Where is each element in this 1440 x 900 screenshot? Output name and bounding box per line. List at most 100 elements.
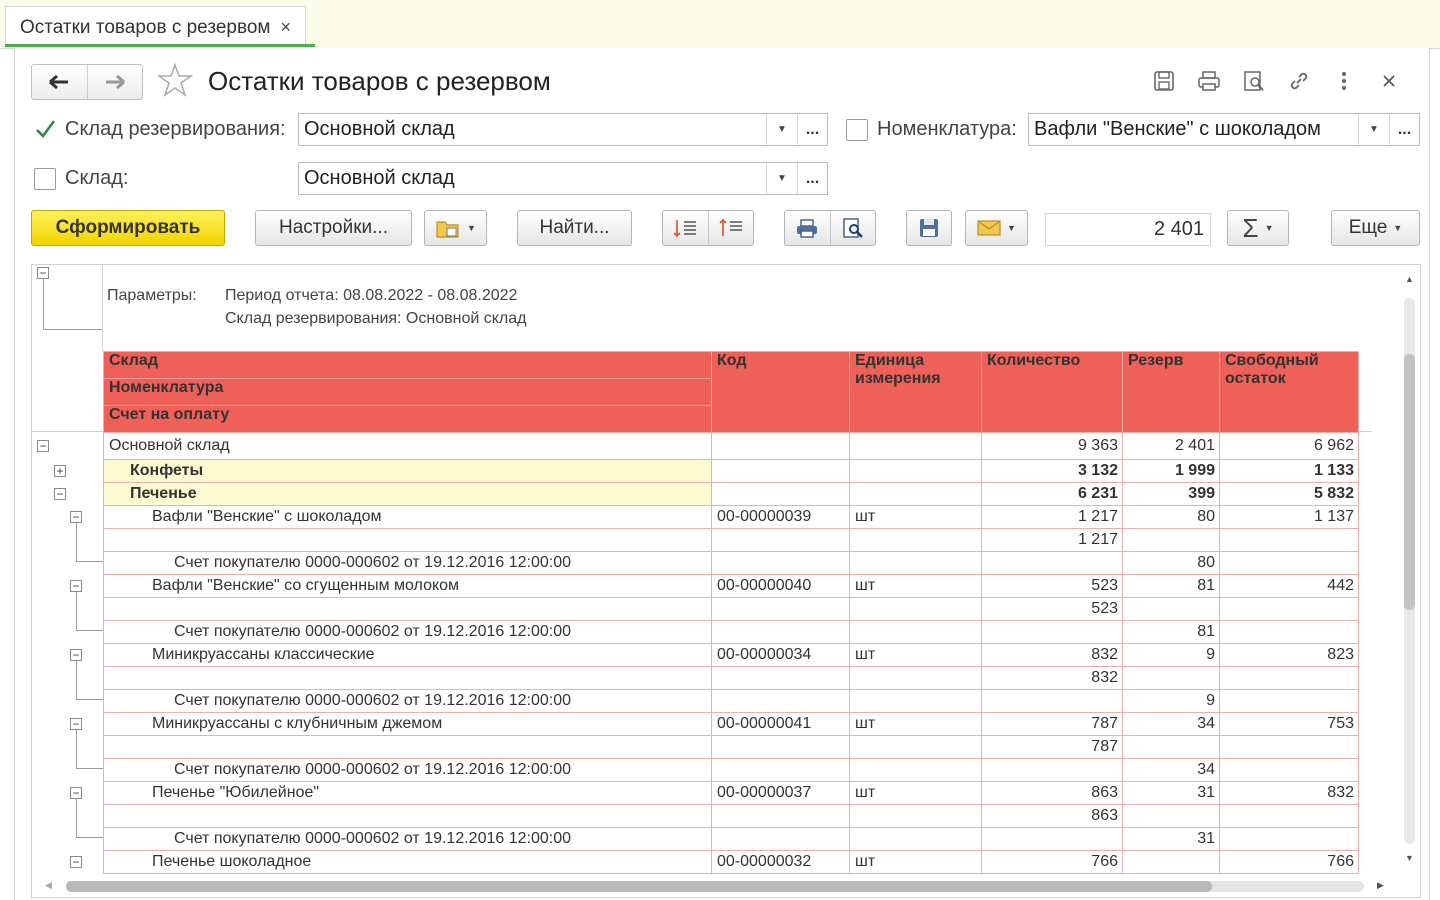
cell-qty[interactable] <box>981 551 1123 575</box>
cell-unit[interactable] <box>849 689 982 713</box>
collapse-product-icon[interactable]: − <box>70 511 82 523</box>
cell-reserve[interactable] <box>1122 735 1220 759</box>
cell-free[interactable]: 1 137 <box>1219 505 1359 529</box>
cell-unit[interactable]: шт <box>849 781 982 805</box>
category-row[interactable]: Конфеты 3 132 1 999 1 133 <box>103 459 1359 483</box>
link-button[interactable] <box>1286 68 1312 94</box>
cell-reserve[interactable]: 9 <box>1122 643 1220 667</box>
cell-code[interactable]: 00-00000040 <box>711 574 850 598</box>
warehouse-field[interactable]: Основной склад ▼ ... <box>298 162 828 195</box>
preview-button[interactable] <box>1241 68 1267 94</box>
warehouse-value[interactable]: Основной склад <box>299 163 766 194</box>
cell-reserve[interactable]: 9 <box>1122 689 1220 713</box>
product-row[interactable]: Вафли "Венские" со сгущенным молоком 00-0… <box>103 574 1359 598</box>
cell-free[interactable] <box>1219 758 1359 782</box>
cell-code[interactable] <box>711 620 850 644</box>
cell-code[interactable]: 00-00000041 <box>711 712 850 736</box>
invoice-row[interactable]: Счет покупателю 0000-000602 от 19.12.201… <box>103 827 1359 851</box>
cell-free[interactable] <box>1219 689 1359 713</box>
cell-name[interactable]: Печенье <box>103 482 712 506</box>
cell-unit[interactable]: шт <box>849 505 982 529</box>
chevron-down-icon[interactable]: ▼ <box>1358 114 1389 145</box>
cell-code[interactable] <box>711 735 850 759</box>
cell-name[interactable] <box>103 666 712 690</box>
warehouse-checkbox[interactable] <box>34 168 56 190</box>
cell-qty[interactable]: 832 <box>981 643 1123 667</box>
cell-free[interactable]: 753 <box>1219 712 1359 736</box>
cell-free[interactable]: 6 962 <box>1219 432 1359 460</box>
collapse-product-icon[interactable]: − <box>70 649 82 661</box>
cell-unit[interactable] <box>849 597 982 621</box>
product-row[interactable]: Вафли "Венские" с шоколадом 00-00000039 шт… <box>103 505 1359 529</box>
category-row[interactable]: Печенье 6 231 399 5 832 <box>103 482 1359 506</box>
cell-reserve[interactable]: 81 <box>1122 574 1220 598</box>
cell-unit[interactable] <box>849 758 982 782</box>
horizontal-scrollbar-thumb[interactable] <box>66 881 1212 892</box>
sort-desc-button[interactable] <box>709 211 754 245</box>
select-button[interactable]: ... <box>797 114 827 145</box>
variants-button[interactable]: ▼ <box>424 210 487 246</box>
sort-asc-button[interactable] <box>663 211 709 245</box>
cell-free[interactable] <box>1219 620 1359 644</box>
forward-button[interactable] <box>86 65 143 99</box>
nomenclature-value[interactable]: Вафли "Венские" с шоколадом <box>1029 114 1358 145</box>
cell-free[interactable] <box>1219 528 1359 552</box>
preview-report-button[interactable] <box>831 211 876 245</box>
print-button[interactable] <box>1196 68 1222 94</box>
cell-name[interactable] <box>103 528 712 552</box>
cell-name[interactable]: Конфеты <box>103 459 712 483</box>
cell-qty[interactable] <box>981 620 1123 644</box>
collapse-group-icon[interactable]: − <box>37 440 49 452</box>
cell-name[interactable]: Печенье шоколадное <box>103 850 712 874</box>
scroll-down-icon[interactable]: ▼ <box>1405 853 1414 863</box>
group-row[interactable]: Основной склад 9 363 2 401 6 962 <box>103 432 1359 460</box>
cell-qty[interactable]: 832 <box>981 666 1123 690</box>
cell-free[interactable] <box>1219 827 1359 851</box>
cell-unit[interactable]: шт <box>849 643 982 667</box>
cell-code[interactable]: 00-00000039 <box>711 505 850 529</box>
cell-reserve[interactable]: 31 <box>1122 781 1220 805</box>
cell-reserve[interactable]: 80 <box>1122 551 1220 575</box>
cell-qty[interactable] <box>981 758 1123 782</box>
cell-name[interactable] <box>103 804 712 828</box>
cell-name[interactable]: Счет покупателю 0000-000602 от 19.12.201… <box>103 551 712 575</box>
cell-free[interactable]: 766 <box>1219 850 1359 874</box>
cell-code[interactable] <box>711 666 850 690</box>
detail-row[interactable]: 523 <box>103 597 1359 621</box>
detail-row[interactable]: 863 <box>103 804 1359 828</box>
cell-name[interactable]: Счет покупателю 0000-000602 от 19.12.201… <box>103 758 712 782</box>
collapse-params-icon[interactable]: − <box>37 267 49 279</box>
cell-reserve[interactable]: 34 <box>1122 758 1220 782</box>
generate-button[interactable]: Сформировать <box>31 210 225 246</box>
cell-qty[interactable]: 787 <box>981 735 1123 759</box>
product-row[interactable]: Миникруассаны с клубничным джемом 00-0000… <box>103 712 1359 736</box>
cell-free[interactable] <box>1219 804 1359 828</box>
cell-reserve[interactable] <box>1122 666 1220 690</box>
send-mail-button[interactable]: ▼ <box>965 210 1028 246</box>
cell-reserve[interactable]: 2 401 <box>1122 432 1220 460</box>
more-button[interactable]: Еще ▼ <box>1331 210 1420 246</box>
cell-code[interactable]: 00-00000032 <box>711 850 850 874</box>
cell-reserve[interactable] <box>1122 528 1220 552</box>
cell-reserve[interactable]: 81 <box>1122 620 1220 644</box>
scroll-right-icon[interactable]: ▶ <box>1377 880 1384 891</box>
product-row[interactable]: Печенье "Юбилейное" 00-00000037 шт 863 31 832 <box>103 781 1359 805</box>
vertical-scrollbar-thumb[interactable] <box>1404 354 1415 610</box>
sum-button[interactable]: Σ ▼ <box>1227 210 1289 246</box>
settings-button[interactable]: Настройки... <box>255 210 412 246</box>
cell-unit[interactable] <box>849 432 982 460</box>
cell-qty[interactable]: 863 <box>981 804 1123 828</box>
cell-reserve[interactable] <box>1122 804 1220 828</box>
cell-qty[interactable]: 3 132 <box>981 459 1123 483</box>
cell-unit[interactable] <box>849 620 982 644</box>
cell-reserve[interactable]: 31 <box>1122 827 1220 851</box>
cell-qty[interactable]: 1 217 <box>981 505 1123 529</box>
collapse-category-icon[interactable]: − <box>54 488 66 500</box>
favorite-button[interactable] <box>156 62 194 103</box>
cell-free[interactable] <box>1219 551 1359 575</box>
cell-reserve[interactable]: 34 <box>1122 712 1220 736</box>
cell-code[interactable] <box>711 459 850 483</box>
cell-code[interactable] <box>711 827 850 851</box>
cell-code[interactable] <box>711 482 850 506</box>
select-button[interactable]: ... <box>797 163 827 194</box>
